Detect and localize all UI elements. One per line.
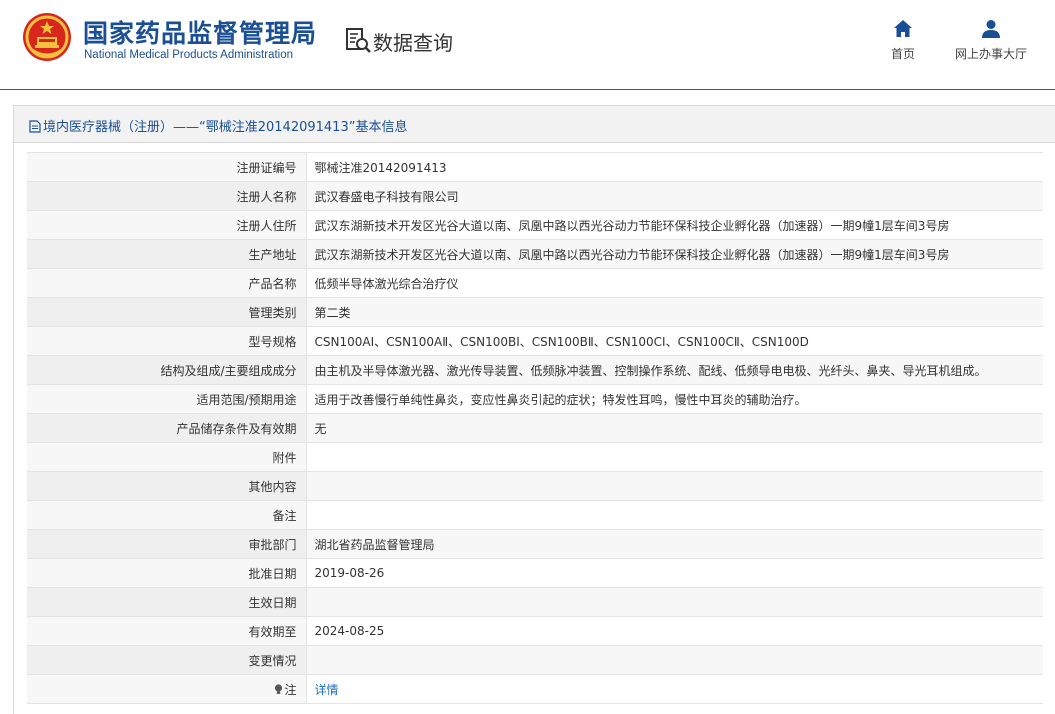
agency-name-cn: 国家药品监督管理局: [83, 19, 318, 48]
table-row: 注册人名称 武汉春盛电子科技有限公司: [27, 181, 1043, 211]
row-value: 湖北省药品监督管理局: [306, 529, 1043, 559]
row-label-note: 注: [27, 674, 307, 704]
table-row: 产品储存条件及有效期无: [27, 413, 1043, 443]
page-title: 数据查询: [373, 31, 453, 55]
row-value: [306, 587, 1043, 617]
row-label: 有效期至: [27, 616, 307, 646]
table-row: 有效期至 2024-08-25: [27, 616, 1043, 646]
table-row: 生效日期: [27, 587, 1043, 617]
home-icon: [894, 20, 912, 37]
row-value: 武汉春盛电子科技有限公司: [306, 181, 1043, 211]
row-label: 产品名称: [27, 268, 307, 298]
table-row: 备注: [27, 500, 1043, 530]
row-value: 武汉东湖新技术开发区光谷大道以南、凤凰中路以西光谷动力节能环保科技企业孵化器（加…: [306, 210, 1043, 240]
table-row-note: 注 详情: [27, 674, 1043, 704]
row-value: 适用于改善慢行单纯性鼻炎，变应性鼻炎引起的症状；特发性耳鸣，慢性中耳炎的辅助治疗…: [306, 384, 1043, 414]
row-value: [306, 442, 1043, 472]
nav-online-service-hall[interactable]: 网上办事大厅: [950, 18, 1032, 62]
table-row: 产品名称 低频半导体激光综合治疗仪: [27, 268, 1043, 298]
info-panel: 境内医疗器械（注册）——“鄂械注准20142091413”基本信息 注册证编号鄂…: [13, 105, 1055, 714]
row-value: [306, 645, 1043, 675]
row-label: 结构及组成/主要组成成分: [27, 355, 307, 385]
panel-title: 境内医疗器械（注册）——“鄂械注准20142091413”基本信息: [29, 116, 407, 135]
table-row: 注册证编号 鄂械注准20142091413: [27, 152, 1043, 182]
table-row: 适用范围/预期用途 适用于改善慢行单纯性鼻炎，变应性鼻炎引起的症状；特发性耳鸣，慢…: [27, 384, 1043, 414]
row-value: CSN100AⅠ、CSN100AⅡ、CSN100BⅠ、CSN100BⅡ、CSN1…: [306, 326, 1043, 356]
panel-title-text: 境内医疗器械（注册）——“鄂械注准20142091413”基本信息: [43, 120, 408, 135]
agency-name-en: National Medical Products Administration: [84, 49, 294, 61]
table-row: 型号规格 CSN100AⅠ、CSN100AⅡ、CSN100BⅠ、CSN100BⅡ、…: [27, 326, 1043, 356]
row-label: 管理类别: [27, 297, 307, 327]
row-value: 第二类: [306, 297, 1043, 327]
row-value: [306, 471, 1043, 501]
panel-header: 境内医疗器械（注册）——“鄂械注准20142091413”基本信息: [14, 106, 1055, 143]
document-icon: [29, 120, 41, 133]
row-label: 适用范围/预期用途: [27, 384, 307, 414]
row-label: 批准日期: [27, 558, 307, 588]
row-value-note: 详情: [306, 674, 1043, 704]
row-label: 生效日期: [27, 587, 307, 617]
row-value: 无: [306, 413, 1043, 443]
details-link[interactable]: 详情: [315, 683, 339, 697]
table-row: 审批部门 湖北省药品监督管理局: [27, 529, 1043, 559]
row-label: 注册人名称: [27, 181, 307, 211]
row-label: 其他内容: [27, 471, 307, 501]
row-value: 由主机及半导体激光器、激光传导装置、低频脉冲装置、控制操作系统、配线、低频导电电…: [306, 355, 1043, 385]
table-row: 附件: [27, 442, 1043, 472]
row-label: 附件: [27, 442, 307, 472]
nav-home[interactable]: 首页: [884, 18, 922, 62]
row-label: 型号规格: [27, 326, 307, 356]
row-label: 备注: [27, 500, 307, 530]
row-label: 生产地址: [27, 239, 307, 269]
table-row: 其他内容: [27, 471, 1043, 501]
table-row: 批准日期 2019-08-26: [27, 558, 1043, 588]
national-emblem-icon: [23, 13, 71, 61]
row-label: 产品储存条件及有效期: [27, 413, 307, 443]
lightbulb-icon: [275, 683, 283, 694]
row-value: 2019-08-26: [306, 558, 1043, 588]
user-icon: [982, 20, 1000, 38]
row-label: 注册人住所: [27, 210, 307, 240]
row-value: [306, 500, 1043, 530]
row-label: 注册证编号: [27, 152, 307, 182]
row-value: 鄂械注准20142091413: [306, 152, 1043, 182]
note-label: 注: [284, 682, 297, 697]
site-header: 国家药品监督管理局 National Medical Products Admi…: [0, 0, 1055, 90]
row-value: 低频半导体激光综合治疗仪: [306, 268, 1043, 298]
row-label: 审批部门: [27, 529, 307, 559]
nav-hall-label: 网上办事大厅: [954, 47, 1027, 61]
nav-home-label: 首页: [890, 47, 915, 61]
registration-info-table: 注册证编号 鄂械注准20142091413 注册人名称 武汉春盛电子科技有限公司 注册人…: [27, 152, 1043, 704]
table-row: 注册人住所 武汉东湖新技术开发区光谷大道以南、凤凰中路以西光谷动力节能环保科技企业…: [27, 210, 1043, 240]
row-value: 武汉东湖新技术开发区光谷大道以南、凤凰中路以西光谷动力节能环保科技企业孵化器（加…: [306, 239, 1043, 269]
row-label: 变更情况: [27, 645, 307, 675]
table-row: 结构及组成/主要组成成分 由主机及半导体激光器、激光传导装置、低频脉冲装置、控制操…: [27, 355, 1043, 385]
row-value: 2024-08-25: [306, 616, 1043, 646]
table-row: 生产地址 武汉东湖新技术开发区光谷大道以南、凤凰中路以西光谷动力节能环保科技企业孵…: [27, 239, 1043, 269]
table-row: 管理类别 第二类: [27, 297, 1043, 327]
document-search-icon: [346, 28, 371, 53]
table-row: 变更情况: [27, 645, 1043, 675]
